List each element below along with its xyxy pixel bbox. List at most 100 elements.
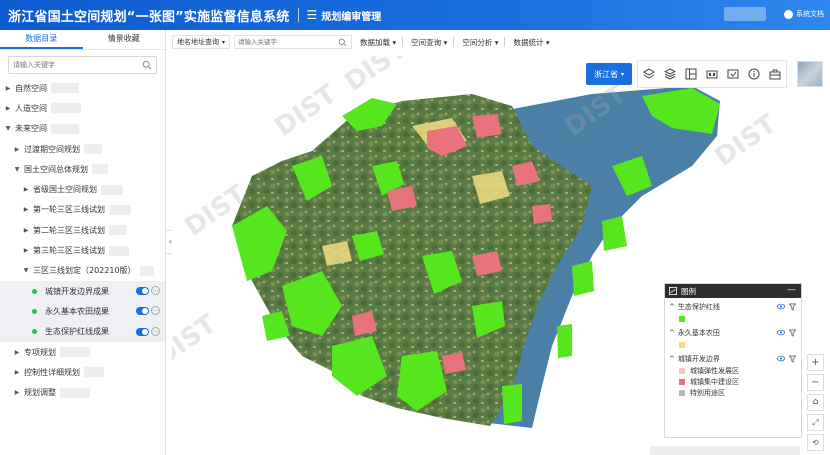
tab-data-catalog[interactable]: 数据目录	[0, 30, 83, 49]
legend-body: ^ 生态保护红线 ^ 永久基本农田 ^ 城镇开发边界 城镇弹性发展区 城镇集中建设区 特别用途区	[665, 301, 801, 398]
layer-visibility-toggle[interactable]	[136, 286, 149, 295]
eye-icon[interactable]	[777, 355, 785, 362]
legend-group[interactable]: ^ 城镇开发边界	[665, 353, 801, 365]
caret-right-icon[interactable]: ▶	[13, 389, 21, 396]
tree-node[interactable]: ▶ 规划调整	[0, 382, 165, 402]
filter-icon[interactable]	[789, 303, 796, 311]
legend-group[interactable]: ^ 生态保护红线	[665, 301, 801, 313]
info-icon	[784, 9, 793, 19]
tree-node[interactable]: ▶ 人造空间	[0, 98, 165, 118]
layers-icon[interactable]	[642, 68, 655, 80]
caret-right-icon[interactable]: ▶	[13, 369, 21, 376]
menu-spatial-query[interactable]: 空间查询 ▾	[411, 37, 447, 48]
minimize-icon[interactable]: —	[787, 286, 796, 295]
module-title[interactable]: 规划编审管理	[321, 8, 381, 23]
layer-item[interactable]: 城镇开发边界成果 …	[0, 280, 165, 302]
legend-swatch	[679, 389, 685, 396]
screen-icon[interactable]	[727, 68, 739, 80]
legend-entry: 城镇弹性发展区	[665, 365, 801, 376]
menu-data-load[interactable]: 数据加载 ▾	[360, 37, 396, 48]
legend-title: 图例	[681, 286, 696, 296]
more-options-icon[interactable]: …	[151, 306, 160, 316]
search-icon[interactable]	[142, 60, 152, 70]
layer-status-dot	[32, 288, 37, 294]
caret-right-icon[interactable]: ▶	[22, 247, 30, 254]
legend-entry-label: 城镇弹性发展区	[690, 366, 739, 375]
compare-icon[interactable]	[706, 68, 718, 80]
basemap-switcher[interactable]	[797, 61, 823, 87]
place-search-input[interactable]	[235, 38, 336, 46]
tree-node-label: 永久基本农田成果	[45, 306, 109, 316]
legend-swatch	[679, 378, 685, 385]
caret-right-icon[interactable]: ▶	[13, 146, 21, 153]
legend-group[interactable]: ^ 永久基本农田	[665, 327, 801, 339]
user-avatar[interactable]	[724, 7, 766, 21]
menu-icon[interactable]: ☰	[307, 8, 318, 22]
system-doc-link[interactable]: 系统文档	[784, 9, 824, 19]
caret-right-icon[interactable]: ▶	[22, 186, 30, 193]
reset-button[interactable]: ⟲	[807, 434, 824, 451]
eye-icon[interactable]	[777, 329, 785, 336]
zoom-out-button[interactable]: −	[807, 374, 824, 391]
redacted-count	[109, 204, 131, 215]
caret-right-icon[interactable]: ▶	[22, 227, 30, 234]
caret-down-icon[interactable]: ▼	[13, 166, 21, 173]
redacted-count	[51, 83, 79, 94]
zoom-in-button[interactable]: +	[807, 354, 824, 371]
caret-right-icon[interactable]: ▶	[13, 349, 21, 356]
search-icon[interactable]	[338, 38, 347, 47]
tree-node-label: 国土空间总体规划	[24, 164, 88, 174]
location-query-select[interactable]: 地名地址查询 ▾	[172, 35, 231, 49]
caret-right-icon[interactable]: ▶	[4, 105, 12, 112]
tree-node[interactable]: ▼ 国土空间总体规划	[0, 159, 165, 179]
more-options-icon[interactable]: …	[151, 285, 160, 295]
tree-node-label: 城镇开发边界成果	[45, 286, 109, 296]
menu-spatial-analysis[interactable]: 空间分析 ▾	[462, 37, 498, 48]
tree-node[interactable]: ▼ 三区三线划定（202210版）	[0, 261, 165, 281]
tree-node[interactable]: ▶ 控制性详细规划	[0, 362, 165, 382]
caret-down-icon[interactable]: ▼	[22, 267, 30, 274]
toolbox-icon[interactable]	[769, 68, 781, 80]
tree-node[interactable]: ▶ 第二轮三区三线试划	[0, 220, 165, 240]
caret-right-icon[interactable]: ▶	[4, 85, 12, 92]
tree-node-label: 生态保护红线成果	[45, 327, 109, 337]
fullscreen-button[interactable]: ⤢	[807, 414, 824, 431]
filter-icon[interactable]	[789, 355, 796, 363]
toolbar-divider	[453, 37, 455, 47]
more-options-icon[interactable]: …	[151, 326, 160, 336]
region-select-button[interactable]: 浙江省 ▾	[586, 63, 632, 85]
tree-node-label: 自然空间	[15, 83, 47, 93]
layer-item[interactable]: 永久基本农田成果 …	[0, 301, 165, 322]
tree-node[interactable]: ▶ 省级国土空间规划	[0, 179, 165, 199]
info-icon[interactable]	[748, 68, 760, 80]
tree-node[interactable]: ▶ 第三轮三区三线试划	[0, 240, 165, 260]
layer-item[interactable]: 生态保护红线成果 …	[0, 321, 165, 342]
catalog-search-input[interactable]	[9, 61, 139, 69]
tree-node[interactable]: ▶ 过渡期空间规划	[0, 139, 165, 159]
map-toolbar: 地名地址查询 ▾ 数据加载 ▾ 空间查询 ▾ 空间分析 ▾ 数据统计 ▾	[172, 34, 826, 50]
home-button[interactable]: ⌂	[807, 394, 824, 411]
tree-node-label: 三区三线划定（202210版）	[33, 266, 136, 276]
map-view[interactable]: DIST DIST DIST DIST DIST DIST 浙江省 ▾ 图例 —	[172, 56, 826, 455]
collapse-icon[interactable]: ^	[669, 329, 675, 337]
legend-entry: 特别用途区	[665, 387, 801, 398]
caret-down-icon[interactable]: ▼	[4, 125, 12, 132]
tree-node[interactable]: ▶ 第一轮三区三线试划	[0, 200, 165, 220]
collapse-icon[interactable]: ^	[669, 355, 675, 363]
layer-visibility-toggle[interactable]	[136, 307, 149, 316]
tree-node[interactable]: ▶ 专项规划	[0, 342, 165, 362]
caret-right-icon[interactable]: ▶	[22, 206, 30, 213]
layer-visibility-toggle[interactable]	[136, 327, 149, 336]
menu-data-statistics[interactable]: 数据统计 ▾	[513, 37, 549, 48]
layer-stack-icon[interactable]	[663, 68, 676, 80]
tree-node[interactable]: ▼ 未来空间	[0, 119, 165, 139]
filter-icon[interactable]	[789, 329, 796, 337]
toolbar-divider	[504, 37, 506, 47]
map-tools	[637, 60, 787, 88]
tree-node[interactable]: ▶ 自然空间	[0, 78, 165, 98]
layout-icon[interactable]	[685, 68, 697, 80]
eye-icon[interactable]	[777, 303, 785, 310]
tab-scene-favorites[interactable]: 情景收藏	[83, 30, 166, 49]
app-title: 浙江省国土空间规划“一张图”实施监督信息系统	[8, 9, 290, 25]
collapse-icon[interactable]: ^	[669, 303, 675, 311]
